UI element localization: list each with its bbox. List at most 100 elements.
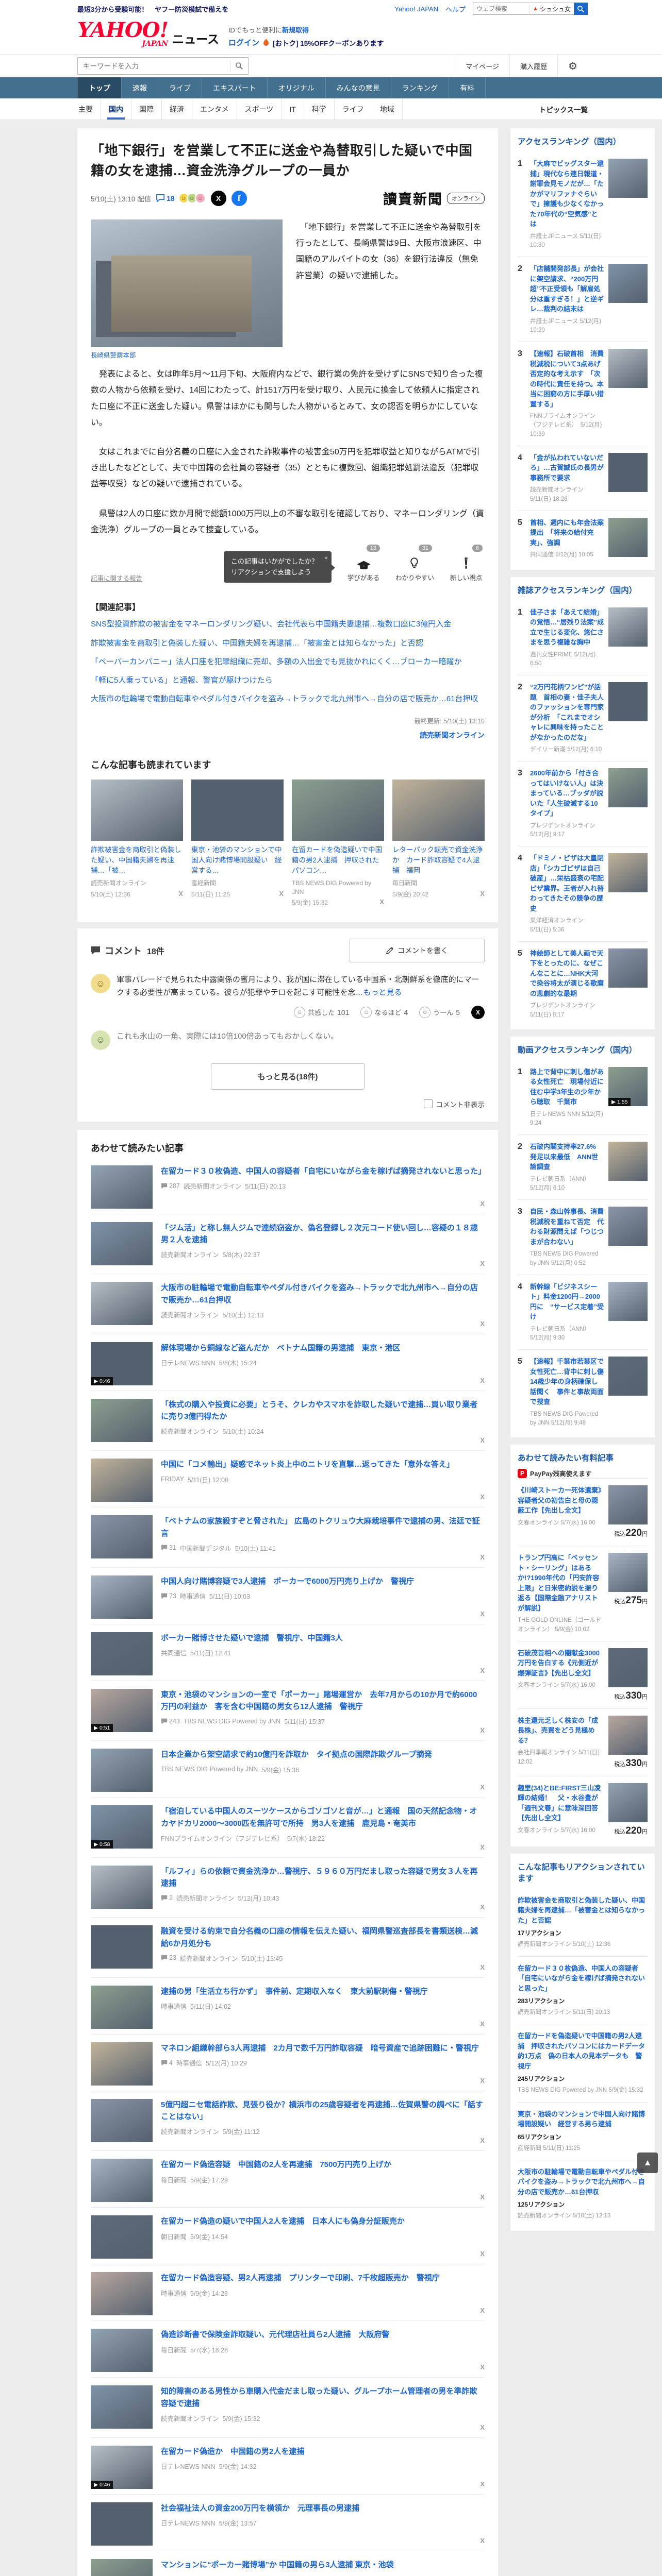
news-list-item[interactable]: ▶ 0:51 東京・池袋のマンションの一室で「ポーカー」賭場運営か 去年7月からの…: [91, 1681, 485, 1741]
article-thumbnail[interactable]: [91, 2215, 153, 2259]
news-title[interactable]: 知的障害のある男性から車購入代金だまし取った疑い、グループホーム管理者の男を準詐…: [161, 2385, 485, 2410]
article-thumbnail[interactable]: [608, 159, 648, 198]
sidebar-item[interactable]: トランプ円高に「ベッセント・シーリング」はあるか!?1990年代の「円安許容上限…: [518, 1546, 648, 1641]
x-share-icon[interactable]: X: [480, 1843, 485, 1851]
article-thumbnail[interactable]: [608, 349, 648, 388]
comment-reaction-button[interactable]: ☺ 共感した 101: [294, 1006, 349, 1018]
x-share-icon[interactable]: X: [480, 1436, 485, 1444]
provider-link[interactable]: 読売新聞オンライン: [91, 730, 485, 740]
sidebar-item-title[interactable]: 【速報】千葉市若葉区で女性死亡…背中に刺し傷 14歳少年の身柄確保し話聞く 事件…: [530, 1358, 610, 1405]
article-thumbnail[interactable]: [91, 1515, 153, 1559]
news-list-item[interactable]: 「ベトナムの家族殺すぞと脅された」 広島のトクリュウ大麻栽培事件で逮捕の男、法廷…: [91, 1507, 485, 1568]
facebook-share-button[interactable]: f: [231, 190, 247, 206]
login-link[interactable]: ログイン: [228, 37, 259, 48]
article-thumbnail[interactable]: [608, 1783, 648, 1822]
comment-reaction-button[interactable]: ☺ なるほど 4: [360, 1006, 408, 1018]
news-list-item[interactable]: 社会福祉法人の資金200万円を横領か 元理事長の男逮捕 日テレNEWS NNN 5/…: [91, 2495, 485, 2551]
comment-count-link[interactable]: 18: [156, 194, 175, 202]
sidebar-item-title[interactable]: 「ドミノ・ピザは大量閉店」「シカゴピザは自己破産」…栄枯盛衰の宅配ピザ業界。王者…: [530, 854, 604, 912]
photo-caption-link[interactable]: 長崎県警察本部: [91, 352, 136, 359]
article-thumbnail[interactable]: [91, 2329, 153, 2372]
more-comments-button[interactable]: もっと見る(18件): [210, 1063, 365, 1090]
sidebar-item-title[interactable]: 在留カード３０枚偽造、中国人の容疑者「自宅にいながら金を稼げば摘発されないと思っ…: [518, 1964, 645, 1992]
news-list-item[interactable]: 中国に「コメ輸出」疑惑でネット炎上中のニトリを直撃…返ってきた「意外な答え」 FR…: [91, 1451, 485, 1508]
sidebar-item-title[interactable]: 趣里(34)とBE:FIRST三山凌輝の結婚！ 父・水谷豊が「週刊文春」に意味深…: [518, 1784, 601, 1822]
also-read-card[interactable]: 詐欺被害金を商取引と偽装した疑い、中国籍夫婦を再逮捕…「被… 読売新聞オンライン 5…: [91, 779, 183, 907]
article-thumbnail[interactable]: ▶ 0:46: [91, 1342, 153, 1385]
reaction-button[interactable]: 6 新しい視点: [448, 545, 485, 582]
x-share-icon[interactable]: X: [480, 2307, 485, 2314]
x-share-icon[interactable]: X: [480, 1667, 485, 1674]
settings-gear[interactable]: ⚙: [557, 55, 588, 77]
news-list-item[interactable]: ▶ 0:58 「宿泊している中国人のスーツケースからゴソゴソと音が…」と通報 国の…: [91, 1798, 485, 1858]
sidebar-item-title[interactable]: 路上で背中に刺し傷がある女性死亡 現場付近に住む中学3年生の少年から聴取 千葉市: [530, 1068, 604, 1106]
article-thumbnail[interactable]: [91, 1575, 153, 1619]
mypage-link[interactable]: マイページ: [455, 55, 509, 77]
news-title[interactable]: 日本企業から架空請求で約10億円を詐取か タイ拠点の国際詐欺グループ摘発: [161, 1749, 485, 1760]
news-list-item[interactable]: 「ジム活」と称し無人ジムで連続窃盗か、偽名登録し２次元コード使い回し…容疑の１８…: [91, 1214, 485, 1275]
news-list-item[interactable]: ▶ 0:46 解体現場から銅線など盗んだか ベトナム国籍の男逮捕 東京・港区 日テレ…: [91, 1334, 485, 1391]
reaction-button[interactable]: 13 学びがある: [345, 545, 382, 582]
x-share-icon[interactable]: X: [480, 1200, 485, 1208]
article-thumbnail[interactable]: ▶ 0:51: [91, 1688, 153, 1732]
sidebar-item[interactable]: 3 【速報】石破首相 消費税減税について3点あげ否定的な考え示す 「次の時代に責任…: [518, 342, 648, 446]
write-comment-button[interactable]: コメントを書く: [350, 939, 485, 963]
nav-tab-オリジナル[interactable]: オリジナル: [267, 77, 325, 98]
sidebar-item[interactable]: 石破茂首相への闇献金3000万円を告白する《元側近が爆弾証言》【先出し全文】 文春…: [518, 1640, 648, 1708]
subnav-item-主要[interactable]: 主要: [77, 98, 101, 120]
article-thumbnail[interactable]: [292, 779, 384, 841]
article-thumbnail[interactable]: [608, 1553, 648, 1592]
sidebar-item-title[interactable]: 自民・森山幹事長、消費税減税を重ねて否定 代わる財源問えば「つじつまが合わない」: [530, 1208, 604, 1246]
x-share-icon[interactable]: X: [480, 1610, 485, 1618]
sidebar-item-title[interactable]: 株主還元乏しく株安の「成長株」、売買をどう見極める？: [518, 1717, 598, 1744]
news-title[interactable]: ポーカー賭博させた疑いで逮捕 警視庁、中国籍3人: [161, 1632, 485, 1644]
news-title[interactable]: 社会福祉法人の資金200万円を横領か 元理事長の男逮捕: [161, 2502, 485, 2514]
sidebar-section-header[interactable]: あわせて読みたい有料記事: [518, 1454, 614, 1463]
x-share-icon[interactable]: X: [480, 1553, 485, 1561]
sidebar-item-title[interactable]: “2万円花柄ワンピ”が話題 首相の妻・佳子夫人のファッションを専門家が分析 「こ…: [530, 683, 604, 741]
article-thumbnail[interactable]: [91, 1398, 153, 1442]
sidebar-item[interactable]: 3 自民・森山幹事長、消費税減税を重ねて否定 代わる財源問えば「つじつまが合わない…: [518, 1199, 648, 1275]
nav-tab-エキスパート[interactable]: エキスパート: [202, 77, 267, 98]
article-thumbnail[interactable]: ▶ 1:55: [608, 1066, 648, 1106]
sidebar-item-title[interactable]: トランプ円高に「ベッセント・シーリング」はあるか!?1990年代の「円安許容上限…: [518, 1554, 599, 1612]
reaction-button[interactable]: 31 わかりやすい: [395, 545, 434, 582]
sidebar-item[interactable]: 2 “2万円花柄ワンピ”が話題 首相の妻・佳子夫人のファッションを専門家が分析 「…: [518, 675, 648, 761]
sidebar-item[interactable]: 4 新幹線「ビジネスシート」料金1200円→2000円に “サービス定着”受け テレ…: [518, 1274, 648, 1350]
sidebar-item-title[interactable]: 「金が払われていないだろ」…古賀誠氏の長男が事務所で要求: [530, 454, 604, 482]
x-share-icon[interactable]: X: [379, 898, 384, 907]
nav-tab-ライブ[interactable]: ライブ: [158, 77, 202, 98]
news-title[interactable]: 中国に「コメ輸出」疑惑でネット炎上中のニトリを直撃…返ってきた「意外な答え」: [161, 1459, 485, 1470]
article-thumbnail[interactable]: [608, 948, 648, 988]
article-thumbnail[interactable]: [91, 2042, 153, 2086]
related-article-link[interactable]: 詐欺被害金を商取引と偽装した疑い、中国籍夫婦を再逮捕…「被害金とは知らなかった」…: [91, 637, 485, 650]
article-thumbnail[interactable]: [91, 1282, 153, 1326]
article-thumbnail[interactable]: [608, 1715, 648, 1755]
sidebar-item-title[interactable]: 《川崎ストーカー死体遺棄》容疑者父の初告白と母の隠蔽工作【先出し全文】: [518, 1486, 602, 1514]
sidebar-item-title[interactable]: 石破茂首相への闇献金3000万円を告白する《元側近が爆弾証言》【先出し全文】: [518, 1649, 600, 1677]
related-article-link[interactable]: 「ペーパーカンパニー」法人口座を犯罪組織に売却、多額の入出金でも見抜かれにくく……: [91, 655, 485, 669]
article-thumbnail[interactable]: [91, 1459, 153, 1502]
news-list-item[interactable]: 逮捕の男「生活立ち行かず」 事件前、定期収入なく 東大前駅刺傷・警視庁 時事通信 5…: [91, 1978, 485, 2035]
search-icon[interactable]: [230, 61, 248, 71]
keyword-search-input[interactable]: [78, 62, 230, 70]
news-list-item[interactable]: 在留カード偽造容疑 中国籍の2人を再逮捕 7500万円売り上げか 毎日新聞 5/9(…: [91, 2151, 485, 2208]
sidebar-item-title[interactable]: 佳子さま「あえて結婚」の覚悟…“居残り法案”成立で生じる変化、悠仁さまを思う複雑…: [530, 608, 604, 647]
sidebar-item[interactable]: 3 2600年前から「付き合ってはいけない人」は決まっている…ブッダが説いた「人生…: [518, 761, 648, 846]
sidebar-item-title[interactable]: 首相、週内にも年金法案提出 「将来の給付充実」、強調: [530, 519, 604, 547]
article-thumbnail[interactable]: [608, 1142, 648, 1181]
article-thumbnail[interactable]: [608, 1648, 648, 1687]
hide-comments-checkbox[interactable]: [423, 1099, 433, 1109]
news-title[interactable]: 「ベトナムの家族殺すぞと脅された」 広島のトクリュウ大麻栽培事件で逮捕の男、法廷…: [161, 1515, 485, 1539]
subnav-item-エンタメ[interactable]: エンタメ: [192, 98, 237, 120]
article-thumbnail[interactable]: [608, 517, 648, 557]
news-title[interactable]: 在留カード偽造か 中国籍の男2人を逮捕: [161, 2446, 485, 2458]
sidebar-item[interactable]: 《川崎ストーカー死体遺棄》容疑者父の初告白と母の隠蔽工作【先出し全文】 文春オンラ…: [518, 1478, 648, 1546]
purchase-history-link[interactable]: 購入履歴: [509, 55, 557, 77]
x-share-button[interactable]: X: [210, 190, 226, 206]
x-share-icon[interactable]: X: [480, 2137, 485, 2144]
subnav-item-国内[interactable]: 国内: [101, 98, 131, 120]
sidebar-item-title[interactable]: 「店舗開発部長」が会社に架空請求、“200万円超”不正受領も「解雇処分は重すぎる…: [530, 265, 604, 313]
article-thumbnail[interactable]: [91, 2502, 153, 2546]
x-share-icon[interactable]: X: [279, 890, 284, 899]
